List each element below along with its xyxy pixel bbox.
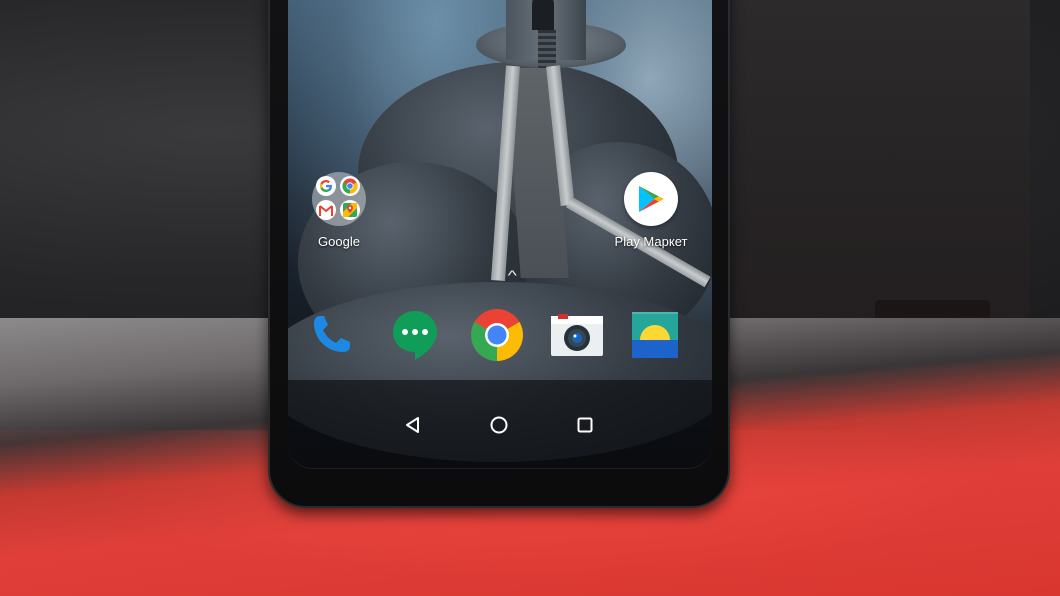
hangouts-app[interactable] (388, 308, 442, 362)
background-shelf (730, 0, 1030, 320)
home-icon (490, 416, 508, 434)
camera-app[interactable] (550, 308, 604, 362)
chat-bubble-icon (393, 311, 437, 360)
phone-icon (314, 316, 350, 352)
app-label: Google (318, 234, 360, 249)
play-store-icon (624, 172, 678, 226)
gallery-app[interactable] (628, 308, 682, 362)
recents-button[interactable] (570, 410, 600, 440)
back-button[interactable] (398, 410, 428, 440)
camera-icon (551, 314, 603, 356)
home-button[interactable] (484, 410, 514, 440)
maps-mini-icon (340, 200, 360, 220)
gallery-icon (632, 312, 678, 358)
chrome-mini-icon (340, 176, 360, 196)
gmail-mini-icon (316, 200, 336, 220)
phone-app[interactable] (304, 308, 358, 362)
navigation-bar (288, 380, 712, 469)
play-market-app[interactable]: Play Маркет (606, 172, 696, 249)
phone-screen: Google Play Маркет ^ (288, 0, 712, 469)
recents-icon (577, 417, 593, 433)
google-folder[interactable]: Google (294, 172, 384, 249)
back-icon (406, 417, 419, 433)
app-drawer-chevron-up-icon[interactable]: ^ (508, 267, 517, 283)
dock (288, 302, 712, 366)
wallpaper-tower-door (532, 0, 554, 30)
app-label: Play Маркет (614, 234, 688, 249)
chrome-app[interactable] (470, 308, 524, 362)
chrome-icon (471, 309, 523, 361)
google-g-icon (316, 176, 336, 196)
folder-icon (312, 172, 366, 226)
phone-device: Google Play Маркет ^ (268, 0, 730, 508)
